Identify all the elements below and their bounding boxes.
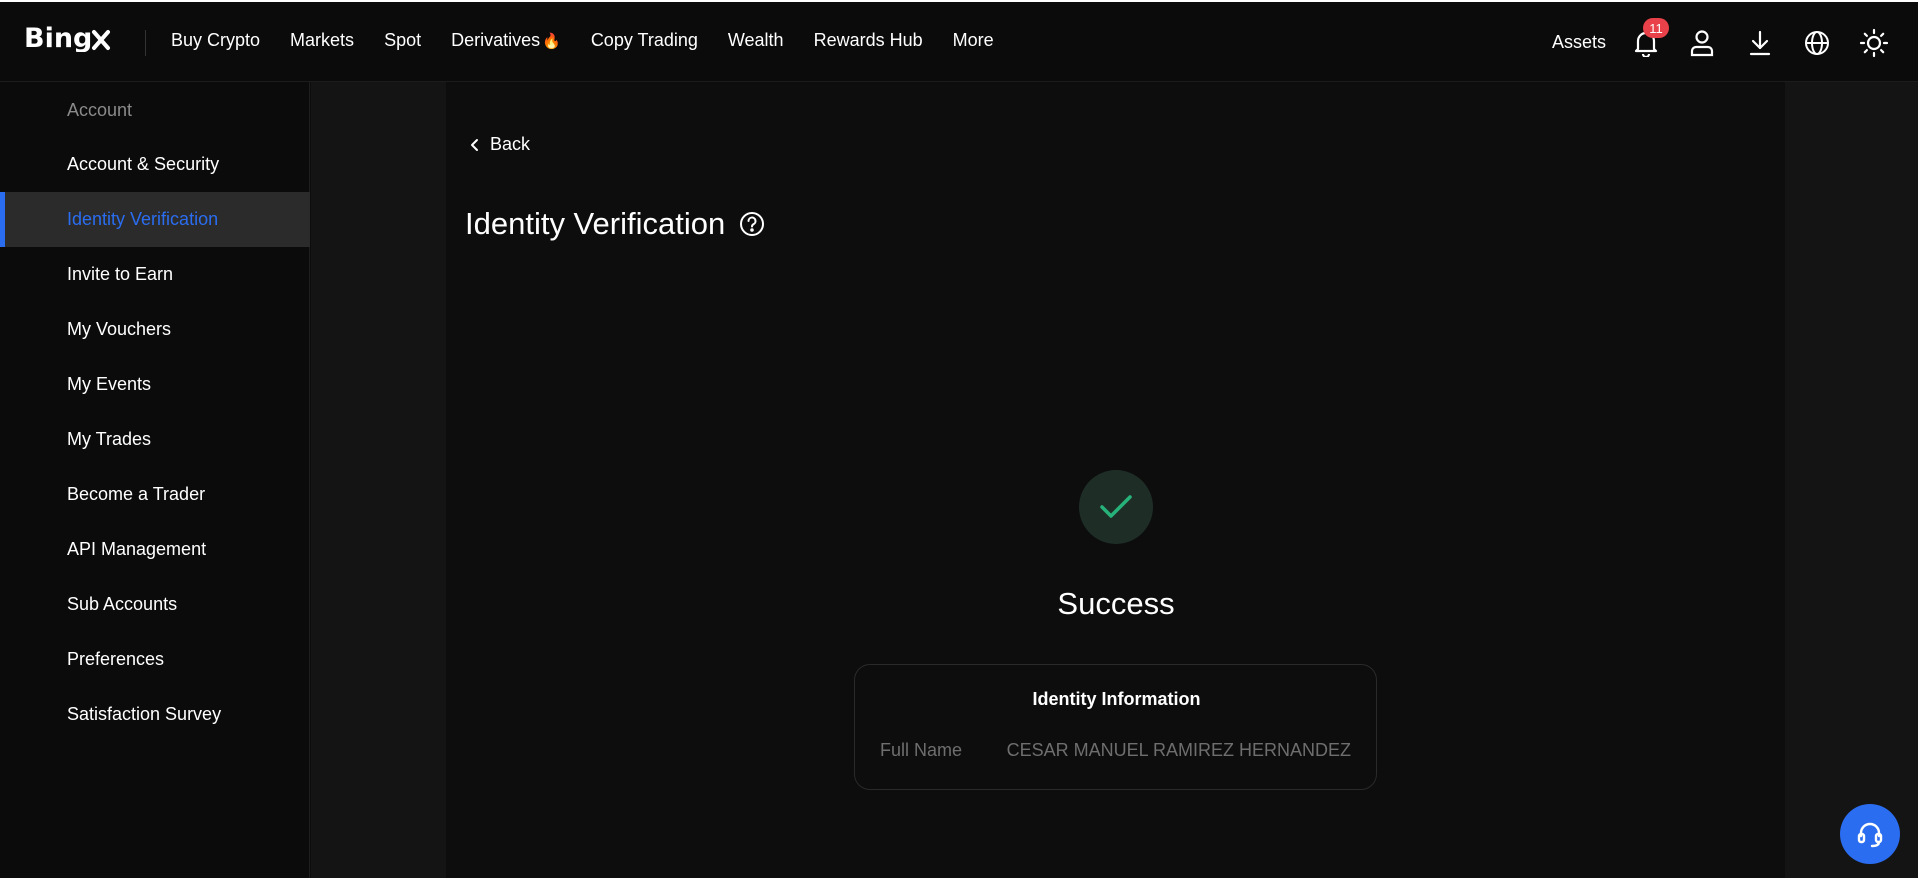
nav-markets[interactable]: Markets <box>290 30 354 51</box>
full-name-label: Full Name <box>880 740 963 760</box>
full-name-value: CESAR MANUEL RAMIREZ HERNANDEZ <box>1006 740 1351 760</box>
success-check-circle <box>1079 470 1153 544</box>
sidebar-item-become-a-trader[interactable]: Become a Trader <box>0 467 310 522</box>
sidebar-item-my-events[interactable]: My Events <box>0 357 310 412</box>
content-right-gutter <box>1785 82 1918 878</box>
help-icon[interactable] <box>739 211 765 237</box>
bingx-logo[interactable]: Bing <box>24 24 124 52</box>
sidebar-item-api-management[interactable]: API Management <box>0 522 310 577</box>
assets-link[interactable]: Assets <box>1552 32 1606 53</box>
back-label: Back <box>490 134 531 154</box>
success-status-text: Success <box>1057 586 1175 621</box>
sidebar-item-identity-verification[interactable]: Identity Verification <box>0 192 310 247</box>
headset-icon <box>1857 822 1883 848</box>
sun-icon[interactable] <box>1857 26 1891 60</box>
sidebar-item-invite-to-earn[interactable]: Invite to Earn <box>0 247 310 302</box>
svg-text:Bing: Bing <box>24 24 92 52</box>
nav-wealth[interactable]: Wealth <box>728 30 784 51</box>
sidebar-item-sub-accounts[interactable]: Sub Accounts <box>0 577 310 632</box>
nav-more[interactable]: More <box>953 30 994 51</box>
flame-icon: 🔥 <box>542 32 561 50</box>
nav-buy-crypto[interactable]: Buy Crypto <box>171 30 260 51</box>
checkmark-icon <box>1100 495 1132 518</box>
logo-divider <box>145 30 146 56</box>
account-sidebar: Account Account & Security Identity Veri… <box>0 82 310 878</box>
nav-spot[interactable]: Spot <box>384 30 421 51</box>
top-navigation-bar: Bing Buy Crypto Markets Spot Derivatives… <box>0 0 1918 82</box>
content-left-gutter <box>311 82 446 878</box>
sidebar-item-my-vouchers[interactable]: My Vouchers <box>0 302 310 357</box>
sidebar-item-my-trades[interactable]: My Trades <box>0 412 310 467</box>
sidebar-item-account-security[interactable]: Account & Security <box>0 137 310 192</box>
main-nav: Buy Crypto Markets Spot Derivatives 🔥 Co… <box>171 30 1024 51</box>
notification-count-badge: 11 <box>1643 18 1669 38</box>
page-title-text: Identity Verification <box>465 206 726 241</box>
main-content: Back Identity Verification Success Ident… <box>446 82 1785 878</box>
nav-copy-trading[interactable]: Copy Trading <box>591 30 698 51</box>
sidebar-heading: Account <box>67 100 133 120</box>
chevron-left-icon <box>471 138 478 151</box>
nav-derivatives-label: Derivatives <box>451 30 541 50</box>
page-title: Identity Verification <box>465 206 765 242</box>
card-title: Identity Information <box>1032 689 1201 709</box>
nav-derivatives[interactable]: Derivatives 🔥 <box>451 30 561 51</box>
customer-support-button[interactable] <box>1840 804 1900 864</box>
user-icon[interactable] <box>1685 26 1719 60</box>
identity-information-card: Identity Information Full Name CESAR MAN… <box>854 664 1377 790</box>
sidebar-item-preferences[interactable]: Preferences <box>0 632 310 687</box>
bingx-logo-mark: Bing <box>24 24 110 52</box>
sidebar-item-satisfaction-survey[interactable]: Satisfaction Survey <box>0 687 310 742</box>
download-icon[interactable] <box>1743 26 1777 60</box>
back-button[interactable]: Back <box>470 134 530 155</box>
globe-icon[interactable] <box>1800 26 1834 60</box>
nav-rewards-hub[interactable]: Rewards Hub <box>814 30 923 51</box>
